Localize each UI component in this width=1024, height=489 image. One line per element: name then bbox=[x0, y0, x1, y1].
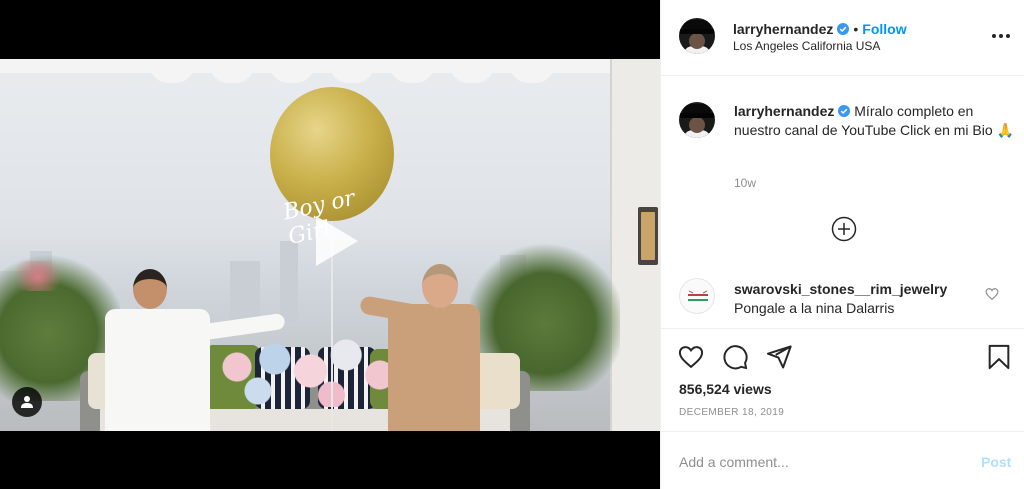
bookmark-icon bbox=[988, 344, 1010, 370]
username-link[interactable]: larryhernandez bbox=[733, 21, 833, 37]
comment-icon bbox=[723, 345, 748, 370]
view-count[interactable]: 856,524 views bbox=[679, 381, 772, 397]
caption-username[interactable]: larryhernandez bbox=[734, 103, 834, 119]
comment-username[interactable]: swarovski_stones__rim_jewelry bbox=[734, 281, 947, 297]
post-time-ago[interactable]: 10w bbox=[734, 176, 756, 190]
comment-avatar[interactable] bbox=[679, 278, 715, 314]
post-comment-button[interactable]: Post bbox=[981, 454, 1011, 470]
play-button[interactable] bbox=[298, 206, 368, 276]
post-panel: larryhernandez • Follow Los Angeles Califo… bbox=[660, 0, 1024, 489]
like-button[interactable] bbox=[677, 343, 705, 371]
verified-icon bbox=[837, 23, 850, 35]
follow-button[interactable]: Follow bbox=[862, 21, 906, 37]
post-header: larryhernandez • Follow Los Angeles Califo… bbox=[661, 0, 1024, 76]
more-options-button[interactable] bbox=[989, 28, 1013, 44]
header-user-line: larryhernandez • Follow bbox=[733, 21, 907, 39]
more-icon bbox=[992, 34, 1010, 38]
avatar[interactable] bbox=[679, 18, 715, 54]
add-comment-section: Post bbox=[661, 432, 1024, 489]
jewelry-logo-icon bbox=[688, 290, 708, 301]
post-date[interactable]: DECEMBER 18, 2019 bbox=[679, 407, 784, 418]
load-more-comments-button[interactable] bbox=[831, 216, 857, 242]
save-button[interactable] bbox=[985, 343, 1013, 371]
plus-circle-icon bbox=[831, 216, 857, 242]
comment-input[interactable] bbox=[679, 448, 959, 476]
tagged-users-button[interactable] bbox=[12, 387, 42, 417]
person bbox=[105, 269, 286, 431]
like-comment-button[interactable] bbox=[985, 287, 999, 301]
share-button[interactable] bbox=[765, 343, 793, 371]
play-icon bbox=[316, 216, 358, 266]
comment-button[interactable] bbox=[721, 343, 749, 371]
avatar[interactable] bbox=[679, 102, 715, 138]
user-icon bbox=[21, 396, 33, 408]
separator-dot: • bbox=[853, 21, 859, 37]
flowers bbox=[8, 261, 68, 291]
comment-body: Pongale a la nina Dalarris bbox=[734, 300, 895, 316]
wall-lamp bbox=[638, 207, 658, 265]
caption-text: larryhernandez Míralo completo en nuestr… bbox=[734, 102, 1014, 140]
comment: swarovski_stones__rim_jewelry Pongale a … bbox=[679, 276, 1009, 318]
comment-text: swarovski_stones__rim_jewelry Pongale a … bbox=[734, 280, 984, 318]
post-media[interactable]: Boy or Girl bbox=[0, 0, 660, 489]
send-icon bbox=[766, 345, 792, 369]
heart-icon bbox=[678, 346, 704, 369]
verified-icon bbox=[838, 105, 851, 117]
person bbox=[359, 264, 480, 431]
action-bar: 856,524 views DECEMBER 18, 2019 bbox=[661, 328, 1024, 432]
location-link[interactable]: Los Angeles California USA bbox=[733, 39, 880, 53]
heart-icon bbox=[985, 288, 999, 301]
